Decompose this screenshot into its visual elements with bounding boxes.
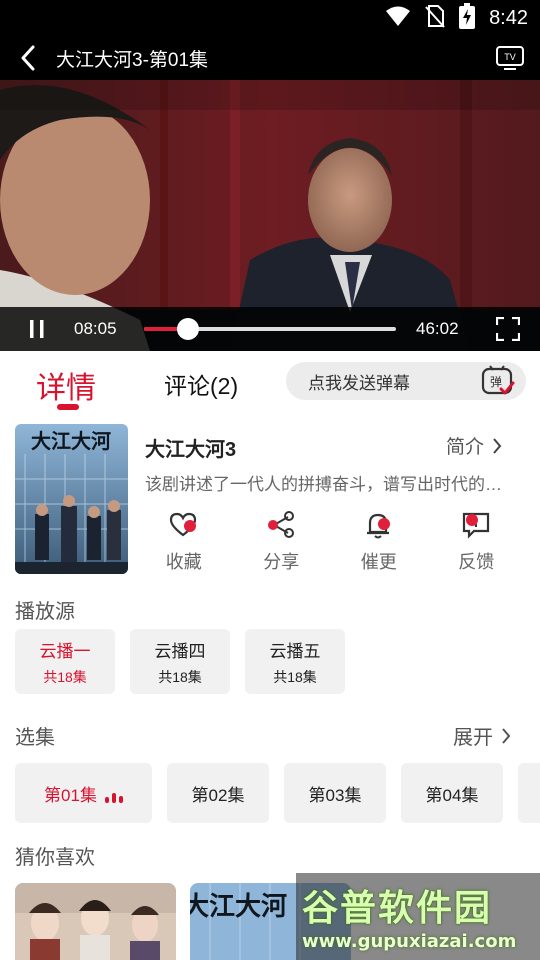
- episode-item[interactable]: 第03集: [284, 763, 386, 823]
- action-row: 收藏 分享 催更 反馈: [135, 508, 525, 578]
- fullscreen-button[interactable]: [478, 307, 538, 351]
- pause-button[interactable]: [0, 307, 74, 351]
- svg-text:TV: TV: [504, 52, 516, 62]
- expand-episodes-link[interactable]: 展开: [453, 721, 511, 750]
- watermark: 谷普软件园 www.gupuxiazai.com: [296, 873, 540, 960]
- episode-item[interactable]: [518, 763, 540, 823]
- clock: 8:42: [489, 6, 528, 29]
- danmu-placeholder: 点我发送弹幕: [308, 373, 410, 393]
- chevron-right-icon: [493, 437, 502, 454]
- source-list: 云播一 共18集 云播四 共18集 云播五 共18集: [15, 629, 345, 694]
- action-label: 催更: [360, 552, 397, 572]
- danmu-icon-char: 弹: [490, 375, 502, 389]
- recommend-card[interactable]: [15, 883, 176, 960]
- back-button[interactable]: [0, 36, 56, 80]
- cast-tv-button[interactable]: TV: [480, 36, 540, 80]
- source-count: 共18集: [158, 668, 202, 685]
- share-icon: [266, 508, 296, 542]
- watermark-url: www.gupuxiazai.com: [302, 931, 517, 952]
- source-name: 云播四: [154, 641, 206, 661]
- recommend-section-title: 猜你喜欢: [15, 847, 95, 869]
- source-item[interactable]: 云播四 共18集: [130, 629, 230, 694]
- no-sim-icon: [425, 4, 445, 32]
- expand-label: 展开: [453, 727, 493, 749]
- pause-icon: [30, 320, 44, 338]
- wifi-icon: [385, 5, 411, 31]
- action-label: 收藏: [165, 552, 202, 572]
- seek-bar[interactable]: [144, 307, 396, 351]
- poster-title-art: 大江大河: [190, 892, 287, 922]
- share-button[interactable]: 分享: [233, 508, 331, 578]
- tab-bar: 详情 评论(2) 点我发送弹幕 弹: [0, 351, 540, 413]
- action-label: 分享: [263, 552, 300, 572]
- episode-label: 第04集: [425, 785, 479, 805]
- tab-comment[interactable]: 评论(2): [164, 367, 238, 401]
- video-title: 大江大河3-第01集: [56, 49, 209, 71]
- action-label: 反馈: [458, 552, 495, 572]
- danmu-toggle-icon[interactable]: 弹: [478, 362, 518, 400]
- now-playing-icon: [104, 791, 123, 803]
- episode-section-title: 选集: [15, 727, 55, 749]
- active-tab-indicator: [57, 404, 79, 410]
- tab-detail[interactable]: 详情: [36, 363, 96, 407]
- player-controls: 08:05 46:02: [0, 307, 540, 351]
- show-description: 该剧讲述了一代人的拼搏奋斗，谱写出时代的…: [145, 475, 502, 494]
- source-name: 云播一: [39, 641, 91, 661]
- show-poster[interactable]: 大江大河: [15, 424, 128, 574]
- episode-item[interactable]: 第02集: [167, 763, 269, 823]
- fullscreen-icon: [496, 317, 520, 341]
- current-time: 08:05: [74, 319, 117, 338]
- episode-item[interactable]: 第01集: [15, 763, 152, 823]
- source-section-title: 播放源: [15, 601, 75, 623]
- show-title: 大江大河3: [145, 439, 237, 461]
- urge-update-bell-icon: [364, 508, 394, 542]
- intro-link[interactable]: 简介: [446, 432, 502, 459]
- chevron-right-icon: [502, 727, 511, 744]
- source-count: 共18集: [273, 668, 317, 685]
- episode-label: 第01集: [44, 785, 97, 805]
- intro-label: 简介: [446, 437, 485, 458]
- source-name: 云播五: [269, 641, 321, 661]
- favorite-button[interactable]: 收藏: [135, 508, 233, 578]
- tv-icon: TV: [496, 46, 524, 70]
- source-item[interactable]: 云播一 共18集: [15, 629, 115, 694]
- urge-update-button[interactable]: 催更: [330, 508, 428, 578]
- episode-label: 第02集: [191, 785, 245, 805]
- danmu-input[interactable]: 点我发送弹幕 弹: [286, 362, 526, 400]
- feedback-button[interactable]: 反馈: [428, 508, 526, 578]
- episode-list: 第01集 第02集 第03集 第04集: [15, 763, 540, 823]
- episode-label: 第03集: [308, 785, 362, 805]
- battery-charging-icon: [459, 3, 476, 33]
- poster-title-art: 大江大河: [31, 429, 111, 453]
- player-header: 大江大河3-第01集 TV: [0, 36, 540, 80]
- episode-item[interactable]: 第04集: [401, 763, 503, 823]
- favorite-heart-icon: [169, 508, 199, 542]
- source-item[interactable]: 云播五 共18集: [245, 629, 345, 694]
- status-bar: 8:42: [0, 0, 540, 36]
- total-time: 46:02: [416, 319, 459, 338]
- feedback-icon: [461, 508, 491, 542]
- chevron-left-icon: [21, 45, 35, 71]
- seek-handle[interactable]: [177, 318, 200, 340]
- source-count: 共18集: [43, 668, 87, 685]
- watermark-logo-text: 谷普软件园: [302, 888, 493, 929]
